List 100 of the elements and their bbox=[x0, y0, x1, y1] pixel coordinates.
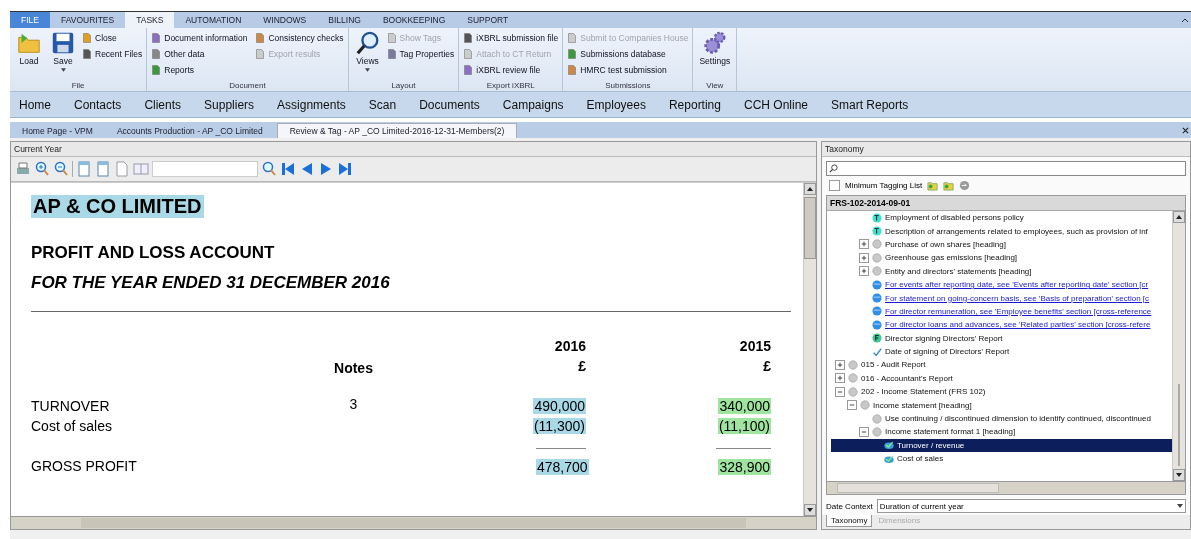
folder-icon[interactable] bbox=[943, 180, 955, 191]
panel-tab[interactable]: Taxonomy bbox=[826, 515, 873, 527]
scroll-down-icon[interactable] bbox=[804, 504, 816, 516]
tree-item[interactable]: For events after reporting date, see 'Events after reporting date' section [cr bbox=[831, 277, 1172, 292]
amount[interactable]: (11,100) bbox=[717, 418, 771, 434]
tree-item[interactable]: Employment of disabled persons policy bbox=[831, 211, 1172, 225]
tree-item[interactable]: Use continuing / discontinued dimension to identify continued, discontinued bbox=[831, 411, 1172, 426]
scroll-up-icon[interactable] bbox=[804, 183, 816, 195]
folder-icon[interactable] bbox=[927, 180, 939, 191]
nav-link[interactable]: CCH Online bbox=[743, 97, 808, 112]
zoom-out-icon[interactable] bbox=[53, 161, 69, 177]
ribbon-button[interactable]: Save bbox=[48, 30, 78, 81]
nav-link[interactable]: Documents bbox=[419, 97, 480, 112]
ribbon-button[interactable]: Views bbox=[352, 30, 383, 81]
company-name[interactable]: AP & CO LIMITED bbox=[31, 195, 204, 218]
close-icon[interactable] bbox=[1182, 127, 1189, 134]
scroll-thumb[interactable] bbox=[804, 197, 816, 259]
menu-tab[interactable]: SUPPORT bbox=[456, 12, 520, 28]
search-icon[interactable] bbox=[261, 161, 277, 177]
nav-link[interactable]: Contacts bbox=[74, 97, 122, 112]
expand-icon[interactable] bbox=[835, 360, 845, 370]
ribbon-button[interactable]: Reports bbox=[151, 62, 248, 78]
tree-item[interactable]: Income statement [heading] bbox=[831, 398, 1172, 412]
search-field[interactable] bbox=[152, 161, 258, 177]
page-icon[interactable] bbox=[114, 161, 130, 177]
ribbon-button[interactable]: Close bbox=[82, 30, 143, 46]
document-tab[interactable]: Home Page - VPM bbox=[10, 124, 105, 138]
tree-item[interactable]: 016 - Accountant's Report bbox=[831, 371, 1172, 386]
collapse-icon[interactable] bbox=[847, 400, 857, 411]
tree-item[interactable]: Greenhouse gas emissions [heading] bbox=[831, 251, 1172, 265]
scroll-down-icon[interactable] bbox=[1173, 469, 1185, 481]
nav-link[interactable]: Home bbox=[19, 97, 51, 112]
collapse-icon[interactable] bbox=[859, 426, 869, 437]
tree-item[interactable]: Turnover / revenue bbox=[831, 438, 1172, 453]
ribbon-button[interactable]: Other data bbox=[151, 46, 248, 62]
nav-link[interactable]: Campaigns bbox=[502, 97, 564, 112]
tree-item[interactable]: Director signing Directors' Report bbox=[831, 331, 1172, 345]
expand-icon[interactable] bbox=[859, 252, 869, 263]
ribbon-button[interactable]: Recent Files bbox=[82, 46, 143, 62]
vertical-scrollbar[interactable] bbox=[803, 183, 816, 516]
ribbon-button[interactable]: HMRC test submission bbox=[567, 62, 689, 78]
nav-link[interactable]: Clients bbox=[144, 97, 182, 112]
nav-link[interactable]: Scan bbox=[368, 97, 397, 112]
nav-link[interactable]: Assignments bbox=[277, 97, 346, 112]
first-page-icon[interactable] bbox=[280, 161, 296, 177]
ribbon-button[interactable]: Submissions database bbox=[567, 46, 689, 62]
page-icon[interactable] bbox=[76, 161, 92, 177]
amount[interactable]: 340,000 bbox=[718, 398, 771, 414]
document-tab[interactable]: Accounts Production - AP _CO Limited bbox=[104, 124, 275, 138]
tree-item[interactable]: Cost of sales bbox=[831, 452, 1172, 466]
last-page-icon[interactable] bbox=[337, 161, 353, 177]
ribbon-button[interactable]: Load bbox=[14, 30, 44, 81]
tree-item[interactable]: Purchase of own shares [heading] bbox=[831, 237, 1172, 252]
ribbon-button[interactable]: Tag Properties bbox=[386, 46, 455, 62]
nav-link[interactable]: Reporting bbox=[668, 97, 721, 112]
search-field[interactable] bbox=[826, 161, 1186, 176]
nav-link[interactable]: Suppliers bbox=[204, 97, 255, 112]
tree-item[interactable]: For director loans and advances, see 'Related parties' section [cross-refere bbox=[831, 318, 1172, 332]
scroll-thumb[interactable] bbox=[1178, 384, 1180, 466]
menu-tab[interactable]: BILLING bbox=[317, 12, 372, 28]
amount[interactable]: 478,700 bbox=[536, 459, 589, 475]
document-tab[interactable]: Review & Tag - AP _CO Limited-2016-12-31-Members(2) bbox=[276, 123, 518, 138]
book-icon[interactable] bbox=[133, 161, 149, 177]
scroll-thumb[interactable] bbox=[81, 518, 746, 528]
ribbon-button[interactable]: iXBRL review file bbox=[463, 62, 559, 78]
tree-item[interactable]: 015 - Audit Report bbox=[831, 358, 1172, 372]
page-icon[interactable] bbox=[95, 161, 111, 177]
tree-item[interactable]: For director remuneration, see 'Employee benefits' section [cross-reference bbox=[831, 304, 1172, 319]
menu-tab[interactable]: WINDOWS bbox=[252, 12, 318, 28]
tree-item[interactable]: Description of arrangements related to employees, such as provision of inf bbox=[831, 224, 1172, 238]
collapse-icon[interactable] bbox=[835, 386, 845, 397]
menu-tab[interactable]: FAVOURITES bbox=[49, 12, 126, 28]
horizontal-scrollbar[interactable] bbox=[827, 481, 1185, 494]
checkbox[interactable] bbox=[829, 180, 840, 191]
nav-link[interactable]: Smart Reports bbox=[831, 97, 909, 112]
refresh-icon[interactable] bbox=[959, 180, 971, 191]
amount[interactable]: (11,300) bbox=[532, 418, 586, 434]
ribbon-button[interactable]: iXBRL submission file bbox=[463, 30, 559, 46]
amount[interactable]: 328,900 bbox=[718, 459, 771, 475]
menu-tab[interactable]: BOOKKEEPING bbox=[371, 12, 457, 28]
scroll-thumb[interactable] bbox=[837, 483, 999, 493]
expand-icon[interactable] bbox=[859, 266, 869, 277]
scroll-up-icon[interactable] bbox=[1173, 211, 1185, 223]
nav-link[interactable]: Employees bbox=[586, 97, 646, 112]
menu-tab[interactable]: TASKS bbox=[125, 12, 175, 28]
amount[interactable]: 490,000 bbox=[533, 398, 586, 414]
tree-item[interactable]: Income statement format 1 [heading] bbox=[831, 425, 1172, 439]
horizontal-scrollbar[interactable] bbox=[11, 516, 816, 529]
printer-icon[interactable] bbox=[15, 161, 31, 177]
ribbon-button[interactable]: Document information bbox=[151, 30, 248, 46]
expand-icon[interactable] bbox=[859, 239, 869, 250]
menu-tab[interactable]: FILE bbox=[10, 12, 50, 28]
tree-item[interactable]: 202 - Income Statement (FRS 102) bbox=[831, 385, 1172, 399]
tree-item[interactable]: Date of signing of Directors' Report bbox=[831, 344, 1172, 359]
ribbon-button[interactable]: Settings bbox=[697, 30, 733, 81]
tree-item[interactable]: For statement on going-concern basis, see 'Basis of preparation' section [c bbox=[831, 291, 1172, 305]
expand-icon[interactable] bbox=[835, 373, 845, 384]
date-context-dropdown[interactable]: Duration of current year bbox=[876, 499, 1186, 513]
collapse-ribbon-icon[interactable] bbox=[1181, 17, 1189, 23]
menu-tab[interactable]: AUTOMATION bbox=[174, 12, 253, 28]
